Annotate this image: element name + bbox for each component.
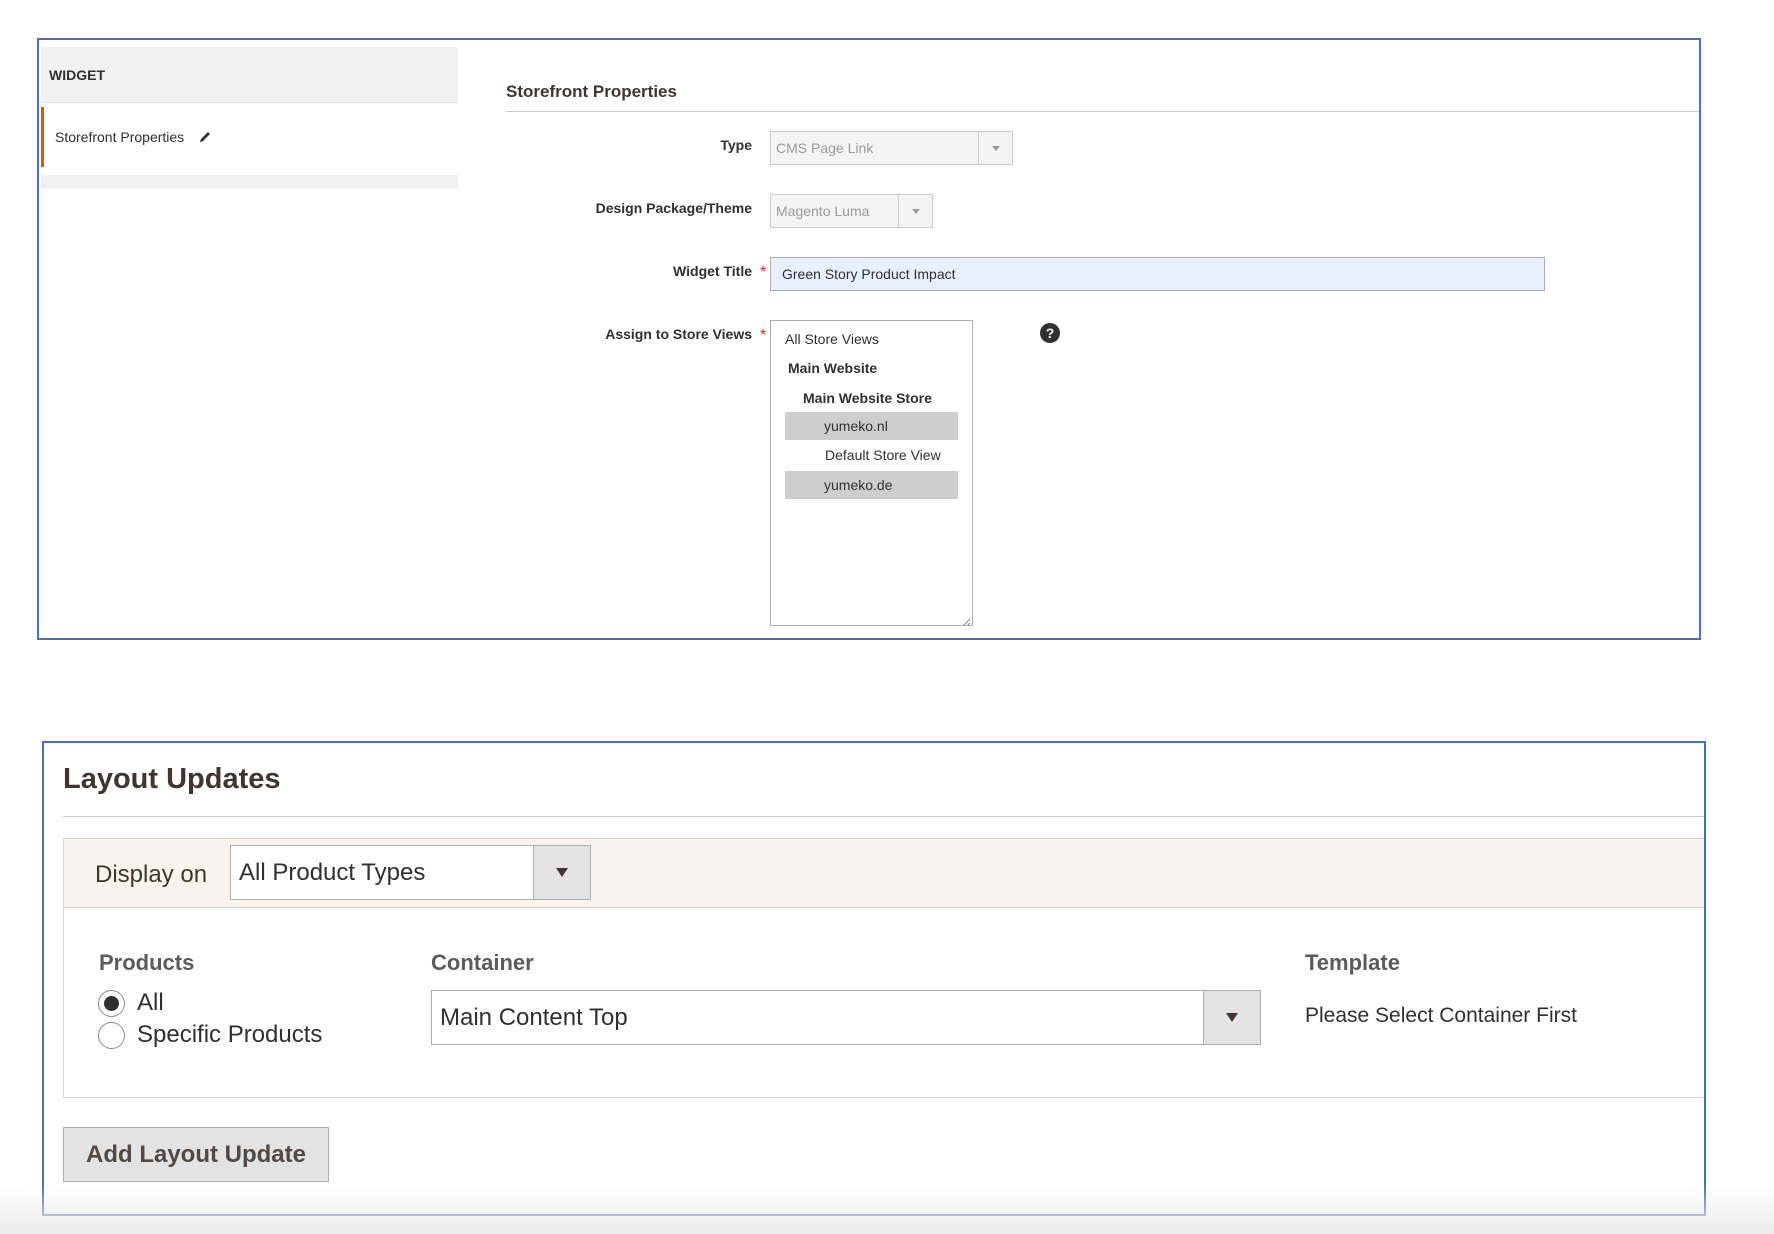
container-value: Main Content Top xyxy=(440,1004,628,1031)
sidebar-footer xyxy=(41,175,458,189)
radio-all-label: All xyxy=(137,989,164,1016)
store-view-option[interactable]: Main Website Store xyxy=(771,384,972,412)
required-star: * xyxy=(760,327,767,344)
radio-button[interactable] xyxy=(98,1021,125,1049)
widget-panel: WIDGET Storefront Properties Storefront … xyxy=(37,38,1701,640)
container-select[interactable]: Main Content Top xyxy=(431,990,1261,1045)
sidebar-item-label: Storefront Properties xyxy=(55,129,185,145)
help-icon[interactable]: ? xyxy=(1040,323,1060,343)
pencil-icon xyxy=(198,130,212,144)
chevron-down-icon[interactable] xyxy=(533,846,590,899)
type-select-value: CMS Page Link xyxy=(776,140,874,156)
display-on-label: Display on xyxy=(95,861,208,888)
display-on-bar: Display on All Product Types xyxy=(63,838,1704,908)
sidebar-item-storefront-properties[interactable]: Storefront Properties xyxy=(41,107,458,167)
layout-updates-panel: Layout Updates Display on All Product Ty… xyxy=(42,741,1706,1216)
store-views-multiselect[interactable]: All Store Views Main Website Main Websit… xyxy=(770,320,973,626)
section-title: Storefront Properties xyxy=(506,82,1699,112)
widget-sidebar: WIDGET Storefront Properties xyxy=(41,47,458,189)
layout-update-row: Products All Specific Products Container… xyxy=(63,908,1704,1098)
store-view-option[interactable]: Default Store View xyxy=(771,441,972,469)
type-label: Type xyxy=(720,137,752,153)
chevron-down-icon xyxy=(898,195,932,227)
display-on-value: All Product Types xyxy=(239,859,426,886)
chevron-down-icon xyxy=(978,132,1012,164)
store-view-option[interactable]: All Store Views xyxy=(771,325,972,353)
display-on-select[interactable]: All Product Types xyxy=(230,845,591,900)
widget-title-label: Widget Title xyxy=(673,263,752,279)
chevron-down-icon[interactable] xyxy=(1203,991,1260,1044)
store-view-option[interactable]: yumeko.nl xyxy=(785,412,958,440)
type-select: CMS Page Link xyxy=(770,131,1013,165)
template-placeholder: Please Select Container First xyxy=(1305,1004,1577,1027)
theme-select-value: Magento Luma xyxy=(776,203,870,219)
radio-all[interactable]: All xyxy=(98,989,164,1017)
store-view-option[interactable]: Main Website xyxy=(771,354,972,382)
bottom-fade xyxy=(0,1184,1774,1234)
resize-handle-icon[interactable] xyxy=(961,614,971,625)
radio-specific-label: Specific Products xyxy=(137,1021,323,1048)
container-heading: Container xyxy=(431,950,534,975)
radio-button[interactable] xyxy=(98,989,125,1017)
products-heading: Products xyxy=(99,950,195,975)
theme-label: Design Package/Theme xyxy=(595,200,752,216)
radio-specific-products[interactable]: Specific Products xyxy=(98,1021,322,1049)
storefront-properties-form: Storefront Properties Type CMS Page Link… xyxy=(506,40,1699,638)
store-views-label: Assign to Store Views xyxy=(605,326,752,342)
required-star: * xyxy=(760,264,767,281)
store-view-option[interactable]: yumeko.de xyxy=(785,471,958,499)
template-heading: Template xyxy=(1305,950,1400,975)
add-layout-update-button[interactable]: Add Layout Update xyxy=(63,1127,329,1182)
theme-select: Magento Luma xyxy=(770,194,933,228)
widget-title-input[interactable]: Green Story Product Impact xyxy=(770,257,1545,291)
layout-updates-title: Layout Updates xyxy=(63,753,1704,817)
sidebar-heading: WIDGET xyxy=(41,47,458,103)
